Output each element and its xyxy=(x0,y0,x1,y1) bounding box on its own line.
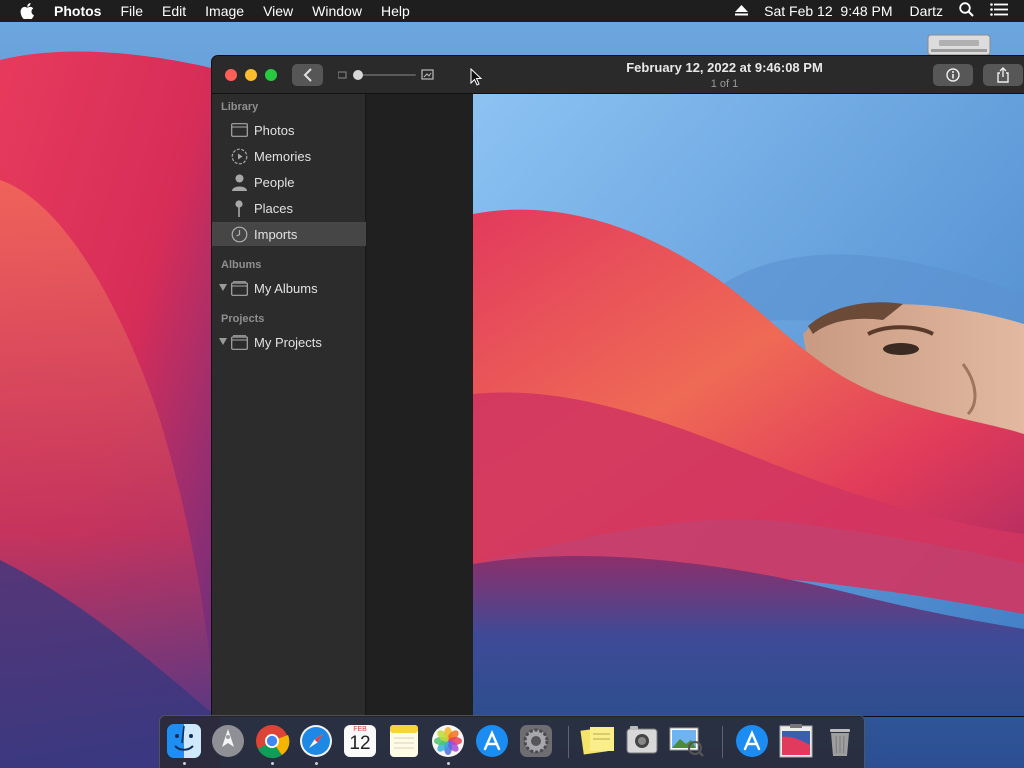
share-icon xyxy=(997,67,1009,83)
eject-icon[interactable] xyxy=(735,3,749,19)
sidebar-item-label: People xyxy=(254,174,295,190)
running-indicator xyxy=(183,762,186,765)
notification-center-icon[interactable] xyxy=(990,3,1008,19)
desktop-picture-icon[interactable] xyxy=(778,723,814,759)
sidebar-item-label: Memories xyxy=(254,148,312,164)
menu-edit[interactable]: Edit xyxy=(162,3,186,19)
apple-menu-icon[interactable] xyxy=(20,3,38,19)
launchpad-icon[interactable] xyxy=(210,723,246,759)
minimize-window-button[interactable] xyxy=(245,69,257,81)
sidebar-item-label: Places xyxy=(254,200,294,216)
dock-separator xyxy=(568,726,569,758)
screenshot-icon[interactable] xyxy=(624,723,660,759)
sidebar-item-memories[interactable]: Memories xyxy=(212,144,366,168)
sidebar-item-label: My Projects xyxy=(254,334,322,350)
preview-icon[interactable] xyxy=(668,723,704,759)
albums-heading: Albums xyxy=(221,259,262,271)
back-button[interactable] xyxy=(292,64,323,86)
calendar-day: 12 xyxy=(349,733,371,754)
zoom-slider[interactable] xyxy=(338,68,434,82)
photos-app-icon[interactable] xyxy=(430,723,466,759)
mouse-cursor-icon xyxy=(470,68,482,86)
sidebar-item-my-projects[interactable]: My Projects xyxy=(212,330,366,354)
window-title: February 12, 2022 at 9:46:08 PM xyxy=(626,60,823,75)
chrome-icon[interactable] xyxy=(254,723,290,759)
disclosure-triangle-icon[interactable] xyxy=(219,338,227,345)
folder-icon xyxy=(230,333,248,351)
sidebar-item-label: Imports xyxy=(254,226,298,242)
sidebar-item-imports[interactable]: Imports xyxy=(212,222,366,246)
dock: FEB 12 xyxy=(159,715,865,768)
chevron-left-icon xyxy=(303,68,312,82)
close-window-button[interactable] xyxy=(225,69,237,81)
spotlight-search-icon[interactable] xyxy=(959,2,974,20)
menu-app-photos[interactable]: Photos xyxy=(54,3,101,19)
memories-icon xyxy=(230,147,248,165)
sidebar-item-my-albums[interactable]: My Albums xyxy=(212,276,366,300)
notes-icon[interactable] xyxy=(386,723,422,759)
folder-icon xyxy=(230,279,248,297)
library-heading: Library xyxy=(221,101,259,113)
trash-icon[interactable] xyxy=(822,723,858,759)
sidebar-item-people[interactable]: People xyxy=(212,170,366,194)
system-preferences-icon[interactable] xyxy=(518,723,554,759)
info-button[interactable] xyxy=(933,64,973,86)
running-indicator xyxy=(447,762,450,765)
external-drive-icon[interactable] xyxy=(927,34,991,56)
map-pin-icon xyxy=(230,199,248,217)
clock-icon xyxy=(230,225,248,243)
share-button[interactable] xyxy=(983,64,1023,86)
dock-separator xyxy=(722,726,723,758)
menu-help[interactable]: Help xyxy=(381,3,410,19)
finder-icon[interactable] xyxy=(166,723,202,759)
sidebar-item-label: Photos xyxy=(254,122,295,138)
running-indicator xyxy=(315,762,318,765)
info-icon xyxy=(946,68,960,82)
calendar-month: FEB xyxy=(353,726,367,733)
menu-file[interactable]: File xyxy=(120,3,143,19)
menu-window[interactable]: Window xyxy=(312,3,362,19)
menubar-user[interactable]: Dartz xyxy=(910,3,943,19)
window-subtitle: 1 of 1 xyxy=(710,78,739,90)
disclosure-triangle-icon[interactable] xyxy=(219,284,227,291)
photos-window: February 12, 2022 at 9:46:08 PM 1 of 1 L… xyxy=(212,56,1024,716)
menu-view[interactable]: View xyxy=(263,3,293,19)
projects-heading: Projects xyxy=(221,313,265,325)
app-store-download-icon[interactable] xyxy=(734,723,770,759)
fullscreen-window-button[interactable] xyxy=(265,69,277,81)
sidebar-item-label: My Albums xyxy=(254,280,318,296)
running-indicator xyxy=(271,762,274,765)
thumbnail-strip[interactable] xyxy=(367,94,473,716)
app-store-icon[interactable] xyxy=(474,723,510,759)
calendar-icon[interactable]: FEB 12 xyxy=(342,723,378,759)
stickies-icon[interactable] xyxy=(580,723,616,759)
sidebar-item-photos[interactable]: Photos xyxy=(212,118,366,142)
photos-library-icon xyxy=(230,121,248,139)
safari-icon[interactable] xyxy=(298,723,334,759)
menu-bar: Photos File Edit Image View Window Help … xyxy=(0,0,1024,22)
menu-image[interactable]: Image xyxy=(205,3,244,19)
menubar-clock[interactable]: Sat Feb 12 9:48 PM xyxy=(764,3,892,19)
window-titlebar[interactable]: February 12, 2022 at 9:46:08 PM 1 of 1 xyxy=(212,56,1024,94)
sidebar-item-places[interactable]: Places xyxy=(212,196,366,220)
person-icon xyxy=(230,173,248,191)
sidebar: Library Photos Memories People Places Im… xyxy=(212,94,366,716)
photo-viewer-image[interactable] xyxy=(473,94,1024,716)
